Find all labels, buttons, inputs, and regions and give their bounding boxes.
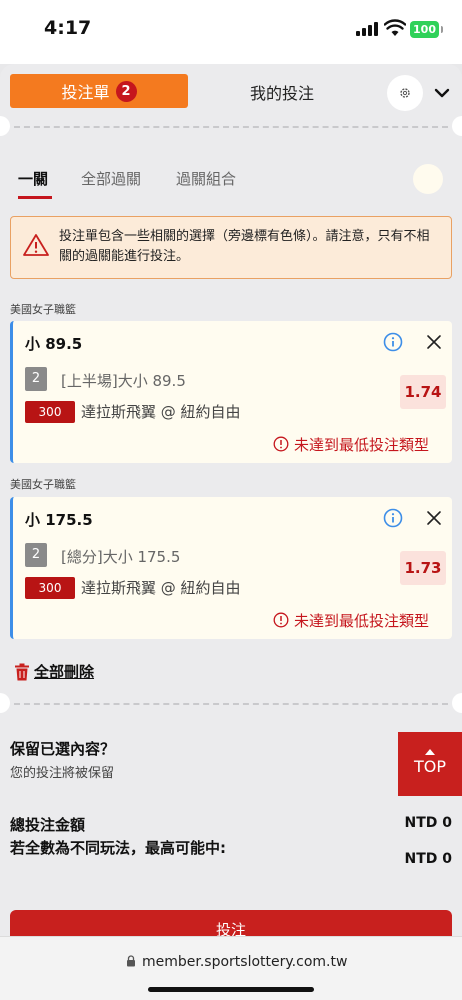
match-code-badge: 300: [25, 577, 75, 599]
max-win-value: NTD 0: [404, 851, 452, 867]
keep-selections-title[interactable]: 保留已選內容？: [10, 738, 115, 759]
arrow-up-icon: [425, 749, 435, 755]
home-indicator[interactable]: [148, 987, 314, 992]
dashed-separator: [0, 116, 462, 136]
browser-address-bar[interactable]: member.sportslottery.com.tw: [0, 936, 462, 1000]
close-icon[interactable]: [425, 509, 443, 527]
warning-text: 投注單包含一些相關的選擇（旁邊標有色條）。請注意，只有不相關的過關能進行投注。: [59, 229, 430, 264]
scroll-top-button[interactable]: TOP: [398, 732, 462, 796]
top-label: TOP: [413, 757, 446, 776]
keep-selections-subtitle: 您的投注將被保留: [10, 766, 115, 781]
settings-button[interactable]: [387, 75, 423, 111]
lock-icon: [127, 955, 135, 967]
match-text: 達拉斯飛翼 @ 紐約自由: [81, 403, 241, 421]
max-win-label: 若全數為不同玩法，最高可能中:: [10, 839, 227, 857]
dashed-separator: [0, 693, 462, 713]
alert-circle-icon: [273, 612, 289, 628]
status-time: 4:17: [44, 17, 92, 39]
bet-card: 小 175.5 2 [總分]大小 175.5 300 達拉斯飛翼 @ 紐約自由 …: [10, 497, 452, 639]
odds-value: 1.74: [400, 375, 446, 409]
status-bar: 4:17 100: [0, 0, 462, 64]
url-text: member.sportslottery.com.tw: [142, 954, 348, 970]
error-text: 未達到最低投注類型: [294, 612, 430, 630]
tab-betslip-label: 投注單: [61, 83, 110, 102]
league-label: 美國女子職籃: [10, 478, 76, 491]
chevron-down-icon[interactable]: [432, 83, 452, 103]
betslip-tabbar: 投注單 2 我的投注: [0, 64, 462, 122]
bet-title: 小 89.5: [25, 335, 83, 353]
selection-number: 2: [25, 367, 47, 391]
gear-icon: [400, 88, 410, 98]
league-label: 美國女子職籃: [10, 303, 76, 316]
tab-betslip[interactable]: 投注單 2: [10, 74, 188, 108]
match-code-badge: 300: [25, 401, 75, 423]
bet-card: 小 89.5 2 [上半場]大小 89.5 300 達拉斯飛翼 @ 紐約自由 1…: [10, 321, 452, 463]
bet-type-tabs: 一關 全部過關 過關組合: [0, 158, 462, 202]
betslip-count-badge: 2: [115, 80, 137, 102]
total-stake-label: 總投注金額: [10, 816, 86, 834]
tab-all-parlay[interactable]: 全部過關: [81, 168, 141, 189]
alert-circle-icon: [273, 436, 289, 452]
selection-text: [總分]大小 175.5: [61, 548, 181, 566]
total-stake-value: NTD 0: [404, 815, 452, 831]
info-icon[interactable]: [383, 332, 403, 352]
active-tab-indicator: [18, 196, 52, 199]
delete-all-label: 全部刪除: [34, 663, 95, 681]
selection-text: [上半場]大小 89.5: [61, 372, 186, 390]
tab-my-bets[interactable]: 我的投注: [214, 80, 350, 104]
bet-title: 小 175.5: [25, 511, 93, 529]
betslip-panel: 投注單 2 我的投注 一關 全部過關 過關組合 投注單包含一些相關的選擇（旁邊標…: [0, 64, 462, 964]
tab-parlay-combo[interactable]: 過關組合: [176, 168, 236, 189]
error-text: 未達到最低投注類型: [294, 436, 430, 454]
trash-icon: [15, 663, 29, 680]
wifi-icon: [384, 19, 406, 36]
cellular-signal-icon: [356, 22, 378, 36]
tab-single[interactable]: 一關: [18, 168, 48, 189]
info-icon[interactable]: [383, 508, 403, 528]
warning-triangle-icon: [23, 234, 49, 256]
battery-icon: 100: [410, 21, 443, 38]
delete-all-button[interactable]: 全部刪除: [14, 661, 94, 682]
close-icon[interactable]: [425, 333, 443, 351]
odds-value: 1.73: [400, 551, 446, 585]
toggle-circle[interactable]: [413, 164, 443, 194]
match-text: 達拉斯飛翼 @ 紐約自由: [81, 579, 241, 597]
selection-number: 2: [25, 543, 47, 567]
related-selection-warning: 投注單包含一些相關的選擇（旁邊標有色條）。請注意，只有不相關的過關能進行投注。: [10, 216, 452, 279]
